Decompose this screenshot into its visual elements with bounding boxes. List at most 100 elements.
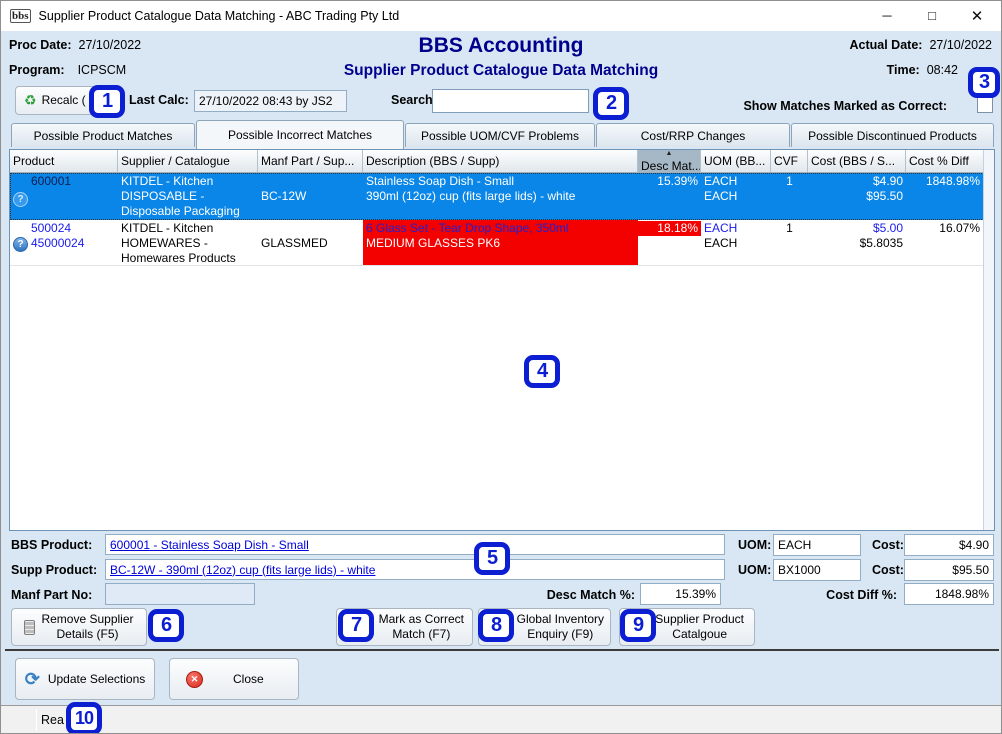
cell-supplier: KITDEL - Kitchen DISPOSABLE - Disposable… (118, 173, 258, 220)
close-window-button[interactable]: ✕ (961, 1, 993, 30)
recalc-button-label: Recalc ( (42, 93, 86, 108)
maximize-icon: □ (928, 8, 936, 23)
table-row[interactable]: ? 600001 KITDEL - Kitchen DISPOSABLE - D… (10, 173, 994, 220)
tab-label: Possible Incorrect Matches (228, 128, 372, 142)
annotation-badge-5: 5 (474, 542, 510, 575)
annotation-badge-8: 8 (478, 609, 514, 642)
bbs-product-link[interactable]: 600001 - Stainless Soap Dish - Small (110, 538, 309, 552)
supp-product-field: BC-12W - 390ml (12oz) cup (fits large li… (105, 559, 725, 580)
tab-label: Possible UOM/CVF Problems (421, 129, 579, 143)
separator-line (5, 649, 999, 651)
cell-uom: EACH EACH (701, 220, 771, 265)
remove-supplier-details-button[interactable]: Remove Supplier Details (F5) (11, 608, 147, 646)
column-header-supplier[interactable]: Supplier / Catalogue (118, 150, 258, 173)
close-icon: ✕ (971, 7, 984, 25)
desc-match-field: 15.39% (640, 583, 721, 605)
title-bar: bbs Supplier Product Catalogue Data Matc… (1, 1, 1001, 31)
cost2-label: Cost: (872, 563, 904, 577)
sort-ascending-icon: ▲ (638, 150, 700, 158)
eraser-icon (24, 620, 35, 635)
column-header-uom[interactable]: UOM (BB... (701, 150, 771, 173)
cell-desc-match: 15.39% (638, 173, 701, 220)
recycle-icon: ♻ (24, 93, 37, 108)
vertical-scrollbar[interactable] (983, 150, 994, 530)
close-circle-icon: ✕ (186, 671, 203, 688)
tab-possible-uom-cvf-problems[interactable]: Possible UOM/CVF Problems (405, 123, 595, 147)
app-logo-icon: bbs (10, 9, 31, 23)
annotation-badge-10: 10 (66, 702, 102, 734)
results-grid: Product Supplier / Catalogue Manf Part /… (9, 149, 995, 531)
last-calc-value: 27/10/2022 08:43 by JS2 (199, 94, 332, 108)
last-calc-label: Last Calc: (129, 93, 189, 107)
cell-cost: $4.90 $95.50 (808, 173, 906, 220)
annotation-badge-2: 2 (593, 87, 629, 120)
grid-header: Product Supplier / Catalogue Manf Part /… (10, 150, 994, 173)
cell-description: Stainless Soap Dish - Small 390ml (12oz)… (363, 173, 638, 220)
annotation-badge-6: 6 (148, 609, 184, 642)
cell-cost-diff: 1848.98% (906, 173, 983, 220)
supp-product-link[interactable]: BC-12W - 390ml (12oz) cup (fits large li… (110, 563, 375, 577)
column-header-manf-part[interactable]: Manf Part / Sup... (258, 150, 363, 173)
cell-supplier: KITDEL - Kitchen HOMEWARES - Homewares P… (118, 220, 258, 265)
status-divider (36, 709, 37, 731)
maximize-button[interactable]: □ (916, 1, 948, 30)
update-icon: ⟳ (25, 671, 40, 687)
status-bar: Rea (1, 705, 1001, 734)
actual-date-label: Actual Date: (850, 38, 923, 52)
table-row[interactable]: ? 500024 45000024 KITDEL - Kitchen HOMEW… (10, 220, 994, 266)
cell-cost: $5.00 $5.8035 (808, 220, 906, 265)
last-calc-field: 27/10/2022 08:43 by JS2 (194, 90, 347, 112)
column-header-description[interactable]: Description (BBS / Supp) (363, 150, 638, 173)
cell-manf-part: BC-12W (258, 173, 363, 220)
tab-possible-product-matches[interactable]: Possible Product Matches (11, 123, 195, 147)
cell-product: ? 500024 45000024 (10, 220, 118, 265)
time-label: Time: (887, 63, 920, 77)
tab-possible-discontinued-products[interactable]: Possible Discontinued Products (791, 123, 994, 147)
time: Time: 08:42 (887, 63, 958, 77)
cell-manf-part: GLASSMED (258, 220, 363, 265)
actual-date: Actual Date: 27/10/2022 (850, 38, 993, 52)
cost-diff-field: 1848.98% (904, 583, 994, 605)
cost1-label: Cost: (872, 538, 904, 552)
cost1-field: $4.90 (904, 534, 994, 556)
cell-cost-diff: 16.07% (906, 220, 983, 265)
product-number: 600001 (31, 174, 115, 189)
desc-match-label: Desc Match %: (531, 588, 635, 602)
tab-label: Possible Discontinued Products (808, 129, 977, 143)
app-window: bbs Supplier Product Catalogue Data Matc… (0, 0, 1002, 734)
show-matches-label: Show Matches Marked as Correct: (743, 99, 947, 113)
actual-date-value: 27/10/2022 (929, 38, 992, 52)
tab-label: Cost/RRP Changes (641, 129, 746, 143)
column-header-cost-diff[interactable]: Cost % Diff (906, 150, 983, 173)
minimize-icon: ─ (882, 8, 891, 23)
annotation-badge-3: 3 (968, 67, 1000, 98)
annotation-badge-9: 9 (620, 609, 656, 642)
screen-title: Supplier Product Catalogue Data Matching (1, 62, 1001, 80)
column-header-desc-match[interactable]: ▲ Desc Mat... (638, 150, 701, 173)
time-value: 08:42 (927, 63, 958, 77)
cost2-field: $95.50 (904, 559, 994, 581)
tab-label: Possible Product Matches (34, 129, 173, 143)
show-matches-checkbox[interactable] (977, 97, 993, 113)
uom2-label: UOM: (738, 563, 771, 577)
tab-possible-incorrect-matches[interactable]: Possible Incorrect Matches (196, 120, 404, 149)
uom2-field: BX1000 (773, 559, 861, 581)
help-icon: ? (13, 192, 28, 207)
cell-desc-match: 18.18% (638, 220, 701, 265)
close-button[interactable]: ✕ Close (169, 658, 299, 700)
search-input[interactable] (432, 89, 589, 113)
column-header-cvf[interactable]: CVF (771, 150, 808, 173)
search-label: Search: (391, 93, 437, 107)
cell-cvf: 1 (771, 220, 808, 265)
bbs-product-field: 600001 - Stainless Soap Dish - Small (105, 534, 725, 555)
annotation-badge-4: 4 (524, 355, 560, 388)
cell-description-alert: 6 Glass Set - Tear Drop Shape, 350ml MED… (363, 220, 638, 265)
cost-diff-label: Cost Diff %: (791, 588, 897, 602)
update-selections-button[interactable]: ⟳ Update Selections (15, 658, 155, 700)
window-title: Supplier Product Catalogue Data Matching… (39, 9, 400, 23)
column-header-product[interactable]: Product (10, 150, 118, 173)
minimize-button[interactable]: ─ (871, 1, 903, 30)
column-header-label: Desc Mat... (641, 159, 701, 173)
column-header-cost[interactable]: Cost (BBS / S... (808, 150, 906, 173)
tab-cost-rrp-changes[interactable]: Cost/RRP Changes (596, 123, 790, 147)
